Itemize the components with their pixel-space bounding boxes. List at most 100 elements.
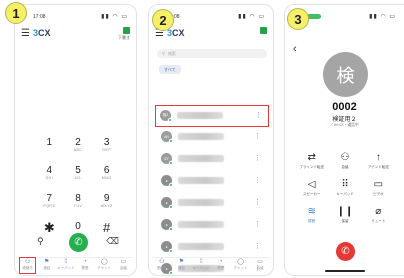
keypad-key[interactable]: 6 MNO [92,165,121,185]
step-badge-3: 3 [287,8,309,30]
contact-row[interactable]: ● ⋮ [157,237,267,259]
key-digit: 9 [103,193,110,204]
nav-item[interactable]: ◔ 履歴 [212,259,230,271]
hangup-button[interactable]: ✆ [336,242,355,261]
nav-item[interactable]: ◯ チャット [95,259,113,271]
key-letters: DEF [102,148,111,152]
dialer-controls: ⚲ ✆ ⌫ [37,233,119,253]
mute-button[interactable]: ⌀ ミュート [362,206,395,224]
keypad-key[interactable]: 9 WXYZ [92,193,121,213]
search-icon[interactable]: ⚲ [37,236,44,247]
bottom-nav: ⚇ 連絡先 ⚑ 通話 ⁞⁞ キーパッド ◔ 履歴 ◯ チャット ▭ 会議 [152,257,270,272]
dialer-phone: 17:08 ▮▮ ◠ ▭ ☰ 3CX 下書き 1 2 ABC 3 DEF 4 GHI 5 JKL… [14,4,137,276]
contact-name-blurred [178,221,224,228]
contact-name-blurred [178,199,224,206]
signal-icon: ▮▮ ◠ ▭ [238,14,265,20]
caller-name: 検証用２ [332,117,357,123]
keypad-key[interactable]: 1 [35,137,64,157]
nav-label: キーパッド [57,266,75,270]
contact-name-blurred [178,133,224,140]
search-input[interactable]: ⚲ 検索 [157,49,267,58]
control-label: ビデオ [373,192,384,196]
call-state-icon: ⟋ [330,123,333,127]
keypad-key[interactable]: 5 JKL [64,165,93,185]
nav-item[interactable]: ⁞⁞ キーパッド [192,259,210,271]
more-options-icon[interactable]: ⋮ [254,198,261,206]
more-options-icon[interactable]: ⋮ [254,132,261,140]
meeting-icon: ▭ [120,259,127,265]
control-label: アテンド転送 [367,165,389,169]
call-log-icon: ⚑ [44,259,50,265]
key-letters: WXYZ [100,204,113,208]
backspace-icon[interactable]: ⌫ [106,236,119,247]
conference-icon: ⚇ [340,152,350,163]
presence-dot [169,227,173,231]
record-button[interactable]: ≋ 録音 [295,206,328,224]
key-digit: 5 [75,165,81,176]
nav-item[interactable]: ◔ 履歴 [76,259,94,271]
keypad-key[interactable]: 3 DEF [92,137,121,157]
meeting-icon: ▭ [257,259,263,265]
nav-label: チャット [97,266,112,270]
filter-chip-all[interactable]: すべて [159,65,181,74]
control-label: 保留 [341,219,349,223]
keypad-key[interactable]: 8 TUV [64,193,93,213]
speaker-button[interactable]: ◁ スピーカー [295,179,328,197]
contacts-phone: 17:08 ▮▮ ◠ ▭ ☰ 3CX ⚲検索 すべて 検2⋮AN⋮SY⋮●⋮●⋮… [148,4,274,276]
nav-item[interactable]: ⚑ 通話 [38,259,56,271]
attended-transfer-icon: ↑ [375,152,381,163]
more-options-icon[interactable]: ⋮ [254,242,261,250]
nav-item[interactable]: ⚑ 通話 [172,259,190,271]
search-icon: ⚲ [162,51,165,56]
back-chevron-icon[interactable]: ‹ [293,43,297,55]
contact-row[interactable]: ● ⋮ [157,193,267,215]
contact-row-selected[interactable]: 検2 ⋮ [155,105,269,127]
caller-avatar: 検 [323,52,368,97]
nav-item[interactable]: ⁞⁞ キーパッド [57,259,75,271]
contacts-tab-highlight [19,257,36,274]
presence-dot [169,183,173,187]
logo: 3CX [167,28,185,38]
transfer-button[interactable]: ⇄ ブラインド転送 [295,152,328,170]
hold-button[interactable]: ❙❙ 保留 [328,206,361,224]
nav-item[interactable]: ⚇ 連絡先 [153,259,171,271]
key-digit: 3 [103,137,110,148]
screenshot-stage: 17:08 ▮▮ ◠ ▭ ☰ 3CX 下書き 1 2 ABC 3 DEF 4 GHI 5 JKL… [0,0,404,278]
keypad-key[interactable]: 7 PQRS [35,193,64,213]
key-letters: JKL [74,176,82,180]
signal-icon: ▮▮ ◠ ▭ [369,14,396,20]
control-label: キーパッド [336,192,354,196]
chat-icon: ◯ [100,259,108,265]
more-options-icon[interactable]: ⋮ [254,154,261,162]
nav-item[interactable]: ◯ チャット [231,259,249,271]
presence-status-icon[interactable] [123,27,130,34]
keypad-button[interactable]: ⠿ キーパッド [328,179,361,197]
keypad-key[interactable]: 2 ABC [64,137,93,157]
video-button[interactable]: ▭ ビデオ [362,179,395,197]
more-options-icon[interactable]: ⋮ [254,220,261,228]
call-duration: ⟋ 00:03・通話中 [285,123,404,128]
presence-status-icon[interactable] [260,27,267,34]
call-button[interactable]: ✆ [69,233,88,252]
hold-icon: ❙❙ [336,206,354,217]
control-label: ミュート [371,219,386,223]
conference-button[interactable]: ⚇ 会議 [328,152,361,170]
contact-row[interactable]: ● ⋮ [157,171,267,193]
presence-dot [169,139,173,143]
keypad-key[interactable]: 4 GHI [35,165,64,185]
contact-row[interactable]: AN ⋮ [157,127,267,149]
nav-item[interactable]: ▭ 会議 [251,259,269,271]
nav-label: チャット [233,266,248,270]
contact-row[interactable]: ● ⋮ [157,215,267,237]
hamburger-menu-icon[interactable]: ☰ [21,29,30,39]
nav-item[interactable]: ▭ 会議 [114,259,132,271]
more-options-icon[interactable]: ⋮ [255,111,262,119]
nav-label: 履歴 [81,266,89,270]
contact-row[interactable]: SY ⋮ [157,149,267,171]
logo: 3CX [33,28,51,38]
contact-name-blurred [178,155,224,162]
attended-transfer-button[interactable]: ↑ アテンド転送 [362,152,395,170]
history-icon: ◔ [83,259,87,265]
more-options-icon[interactable]: ⋮ [254,176,261,184]
call-log-icon: ⚑ [178,259,185,265]
